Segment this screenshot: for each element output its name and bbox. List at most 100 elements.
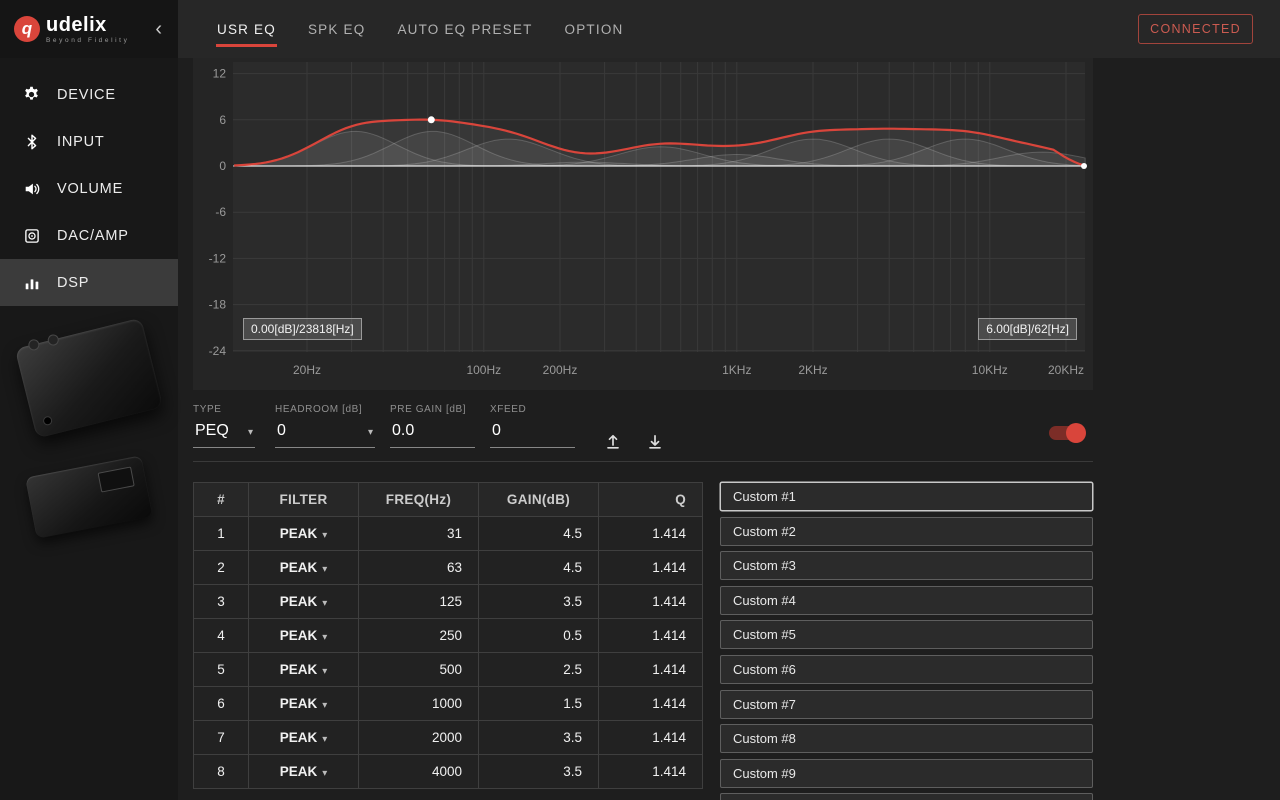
freq-value[interactable]: 125 (359, 585, 479, 619)
sidebar-item-volume[interactable]: VOLUME (0, 165, 178, 212)
gain-value[interactable]: 1.5 (479, 687, 599, 721)
freq-value[interactable]: 31 (359, 517, 479, 551)
freq-value[interactable]: 500 (359, 653, 479, 687)
filter-type-value: PEAK (280, 560, 318, 575)
q-value[interactable]: 1.414 (599, 721, 703, 755)
chevron-down-icon: ▾ (322, 768, 327, 779)
row-number: 6 (194, 687, 249, 721)
q-value[interactable]: 1.414 (599, 551, 703, 585)
sidebar-item-label: DEVICE (57, 87, 116, 103)
eq-curve-svg[interactable]: 1260-6-12-18-2420Hz100Hz200Hz1KHz2KHz10K… (193, 58, 1093, 390)
cursor-readout: 0.00[dB]/23818[Hz] (243, 318, 362, 340)
tab-bar: USR EQ SPK EQ AUTO EQ PRESET OPTION (216, 18, 624, 41)
svg-text:2KHz: 2KHz (798, 363, 827, 377)
svg-text:-18: -18 (209, 298, 227, 312)
headroom-value: 0 (277, 422, 286, 440)
filter-type-dropdown[interactable]: PEAK▾ (249, 585, 359, 619)
headroom-label: HEADROOM [dB] (275, 404, 375, 415)
gain-value[interactable]: 4.5 (479, 517, 599, 551)
download-icon (645, 431, 665, 451)
gain-value[interactable]: 3.5 (479, 755, 599, 789)
tab-auto-eq-preset[interactable]: AUTO EQ PRESET (396, 18, 533, 41)
qudelix-logo-icon: q (14, 16, 40, 42)
q-value[interactable]: 1.414 (599, 687, 703, 721)
preset-item[interactable]: Custom #2 (720, 517, 1093, 546)
eq-enable-toggle[interactable] (1049, 426, 1083, 440)
sidebar-item-label: INPUT (57, 134, 105, 150)
main-content: USR EQ SPK EQ AUTO EQ PRESET OPTION CONNECT… (178, 0, 1280, 800)
connection-status-badge[interactable]: CONNECTED (1138, 14, 1253, 44)
freq-value[interactable]: 1000 (359, 687, 479, 721)
tab-spk-eq[interactable]: SPK EQ (307, 18, 366, 41)
preset-item[interactable]: Custom #5 (720, 620, 1093, 649)
preset-item[interactable]: Custom #4 (720, 586, 1093, 615)
brand-tagline: Beyond Fidelity (46, 37, 129, 44)
freq-value[interactable]: 250 (359, 619, 479, 653)
filter-row: 5PEAK▾5002.51.414 (194, 653, 703, 687)
filter-type-dropdown[interactable]: PEAK▾ (249, 619, 359, 653)
filter-type-dropdown[interactable]: PEAK▾ (249, 653, 359, 687)
q-value[interactable]: 1.414 (599, 755, 703, 789)
filter-row: 1PEAK▾314.51.414 (194, 517, 703, 551)
tab-option[interactable]: OPTION (564, 18, 625, 41)
sidebar-item-device[interactable]: DEVICE (0, 71, 178, 118)
xfeed-value: 0 (492, 422, 501, 440)
preset-item[interactable]: Custom #1 (720, 482, 1093, 511)
gain-value[interactable]: 2.5 (479, 653, 599, 687)
sidebar-item-dsp[interactable]: DSP (0, 259, 178, 306)
svg-text:6: 6 (219, 113, 226, 127)
freq-value[interactable]: 63 (359, 551, 479, 585)
row-number: 2 (194, 551, 249, 585)
export-eq-button[interactable] (645, 431, 665, 451)
gear-icon (22, 85, 41, 104)
gain-value[interactable]: 3.5 (479, 585, 599, 619)
eq-io-buttons (603, 431, 665, 461)
preset-item[interactable]: Custom #8 (720, 724, 1093, 753)
filter-type-dropdown[interactable]: PEAK▾ (249, 517, 359, 551)
import-eq-button[interactable] (603, 431, 623, 451)
preset-item[interactable]: Custom #6 (720, 655, 1093, 684)
preset-item[interactable]: Custom #10 (720, 793, 1093, 800)
freq-value[interactable]: 2000 (359, 721, 479, 755)
chevron-down-icon: ▾ (322, 564, 327, 575)
bars-icon (22, 273, 41, 292)
type-value: PEQ (195, 422, 229, 440)
svg-text:12: 12 (213, 67, 227, 81)
sidebar-item-dac-amp[interactable]: DAC/AMP (0, 212, 178, 259)
chevron-down-icon: ▾ (240, 427, 253, 438)
headroom-select[interactable]: HEADROOM [dB] 0 ▾ (275, 404, 375, 461)
q-value[interactable]: 1.414 (599, 619, 703, 653)
chevron-down-icon: ▾ (322, 598, 327, 609)
chip-icon (22, 226, 41, 245)
preset-item[interactable]: Custom #9 (720, 759, 1093, 788)
toggle-knob (1066, 423, 1086, 443)
bluetooth-icon (22, 132, 41, 151)
sidebar-collapse-chevron-icon[interactable]: ‹ (151, 19, 166, 39)
freq-value[interactable]: 4000 (359, 755, 479, 789)
preset-item[interactable]: Custom #7 (720, 690, 1093, 719)
filter-type-dropdown[interactable]: PEAK▾ (249, 755, 359, 789)
qudelix-app: q udelix Beyond Fidelity ‹ DEVICE INPUT VO… (0, 0, 1280, 800)
eq-chart[interactable]: 1260-6-12-18-2420Hz100Hz200Hz1KHz2KHz10K… (193, 58, 1093, 390)
q-value[interactable]: 1.414 (599, 585, 703, 619)
sidebar-item-input[interactable]: INPUT (0, 118, 178, 165)
q-value[interactable]: 1.414 (599, 653, 703, 687)
type-select[interactable]: TYPE PEQ ▾ (193, 404, 255, 461)
svg-text:200Hz: 200Hz (543, 363, 578, 377)
gain-value[interactable]: 3.5 (479, 721, 599, 755)
filter-type-dropdown[interactable]: PEAK ▾ (249, 551, 359, 585)
q-value[interactable]: 1.414 (599, 517, 703, 551)
preset-item[interactable]: Custom #3 (720, 551, 1093, 580)
pre-gain-input[interactable]: PRE GAIN [dB] 0.0 (390, 404, 475, 461)
svg-text:-6: -6 (215, 205, 226, 219)
xfeed-input[interactable]: XFEED 0 (490, 404, 575, 461)
logo: q udelix Beyond Fidelity ‹ (0, 0, 178, 58)
gain-value[interactable]: 0.5 (479, 619, 599, 653)
svg-text:20KHz: 20KHz (1048, 363, 1084, 377)
gain-value[interactable]: 4.5 (479, 551, 599, 585)
chevron-down-icon: ▾ (322, 734, 327, 745)
filter-type-dropdown[interactable]: PEAK▾ (249, 721, 359, 755)
tab-usr-eq[interactable]: USR EQ (216, 18, 277, 41)
column-header: FILTER (249, 483, 359, 517)
filter-type-dropdown[interactable]: PEAK▾ (249, 687, 359, 721)
